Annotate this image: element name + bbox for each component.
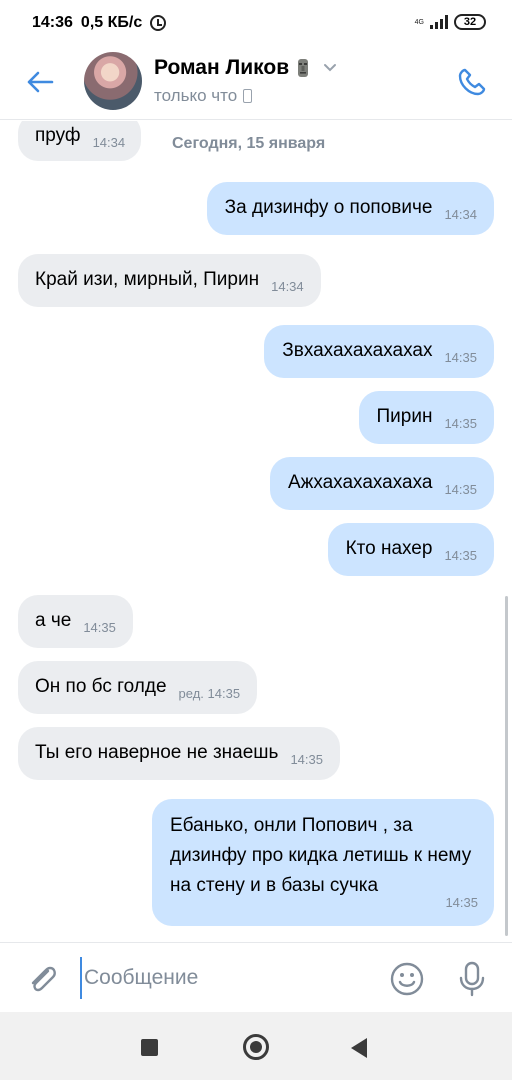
message-time: 14:34 — [444, 207, 477, 222]
status-time: 14:36 — [32, 14, 73, 31]
online-status: только что — [154, 86, 238, 105]
phone-icon — [458, 68, 486, 96]
back-button[interactable] — [20, 62, 60, 102]
alarm-icon — [150, 15, 167, 31]
attach-button[interactable] — [22, 959, 62, 999]
paperclip-icon — [31, 966, 56, 992]
message-text: Край изи, мирный, Пирин — [35, 269, 260, 290]
message-text: Он по бс голде — [35, 676, 167, 697]
battery-icon: 32 — [454, 14, 486, 30]
message-incoming[interactable]: Ты его наверное не знаешь 14:35 — [18, 727, 340, 780]
message-input[interactable] — [80, 957, 370, 999]
recents-square-icon[interactable] — [141, 1039, 158, 1056]
message-time: 14:35 — [83, 620, 116, 635]
message-text: а че — [35, 610, 72, 631]
moai-emoji-icon — [298, 59, 309, 77]
voice-message-button[interactable] — [452, 959, 492, 999]
message-time: ред. 14:35 — [178, 686, 241, 701]
status-right: 4G 32 — [415, 14, 486, 30]
message-outgoing[interactable]: За дизинфу о поповиче 14:34 — [206, 182, 494, 235]
signal-icon — [430, 15, 448, 29]
message-time: 14:35 — [445, 895, 478, 910]
message-text: Ажхахахахахаха — [287, 472, 433, 493]
chat-header: Роман Ликов только что — [0, 48, 512, 120]
message-outgoing[interactable]: Пирин 14:35 — [358, 391, 494, 444]
scrollbar[interactable] — [505, 596, 508, 936]
home-circle-icon[interactable] — [243, 1034, 269, 1060]
smiley-icon — [390, 962, 424, 996]
call-button[interactable] — [452, 62, 492, 102]
message-time: 14:35 — [290, 752, 323, 767]
message-time: 14:35 — [444, 548, 477, 563]
message-text: Пирин — [376, 406, 433, 427]
message-text: За дизинфу о поповиче — [224, 197, 433, 218]
message-time: 14:35 — [444, 350, 477, 365]
network-type: 4G — [414, 18, 424, 26]
message-incoming[interactable]: а че 14:35 — [18, 595, 133, 648]
message-text: Ты его наверное не знаешь — [35, 742, 279, 763]
message-outgoing[interactable]: Ебанько, онли Попович , за дизинфу про к… — [152, 799, 494, 926]
date-separator: Сегодня, 15 января — [172, 135, 326, 152]
contact-name: Роман Ликов — [154, 56, 290, 79]
message-incoming[interactable]: пруф 14:34 — [18, 121, 142, 161]
message-text: пруф — [35, 125, 81, 146]
avatar[interactable] — [84, 52, 142, 110]
message-list[interactable]: пруф 14:34 Сегодня, 15 января За дизинфу … — [0, 121, 512, 942]
message-outgoing[interactable]: Ажхахахахахаха 14:35 — [269, 457, 494, 510]
back-triangle-icon[interactable] — [351, 1038, 367, 1058]
network-speed: 0,5 КБ/с — [80, 14, 143, 31]
message-time: 14:35 — [444, 482, 477, 497]
system-nav-bar — [0, 1012, 512, 1080]
emoji-button[interactable] — [388, 960, 426, 998]
message-time: 14:34 — [271, 279, 304, 294]
status-bar: 14:36 0,5 КБ/с 4G 32 — [0, 0, 512, 48]
message-incoming[interactable]: Он по бс голде ред. 14:35 — [18, 661, 258, 714]
message-incoming[interactable]: Край изи, мирный, Пирин 14:34 — [18, 254, 321, 307]
contact-name-row[interactable]: Роман Ликов — [154, 56, 337, 80]
microphone-icon — [459, 961, 485, 997]
arrow-left-icon — [27, 71, 54, 93]
message-time: 14:34 — [92, 135, 126, 150]
contact-status-row: только что — [154, 86, 253, 106]
message-text: Звхахахахахахах — [282, 340, 433, 361]
message-time: 14:35 — [444, 416, 477, 431]
message-outgoing[interactable]: Звхахахахахахах 14:35 — [264, 325, 494, 378]
mobile-device-icon — [243, 89, 253, 103]
message-composer — [0, 942, 512, 1012]
message-outgoing[interactable]: Кто нахер 14:35 — [327, 523, 494, 576]
chevron-down-icon — [324, 64, 337, 72]
message-text: Кто нахер — [345, 538, 433, 559]
message-text: Ебанько, онли Попович , за дизинфу про к… — [170, 815, 472, 896]
status-left: 14:36 0,5 КБ/с — [32, 14, 167, 32]
